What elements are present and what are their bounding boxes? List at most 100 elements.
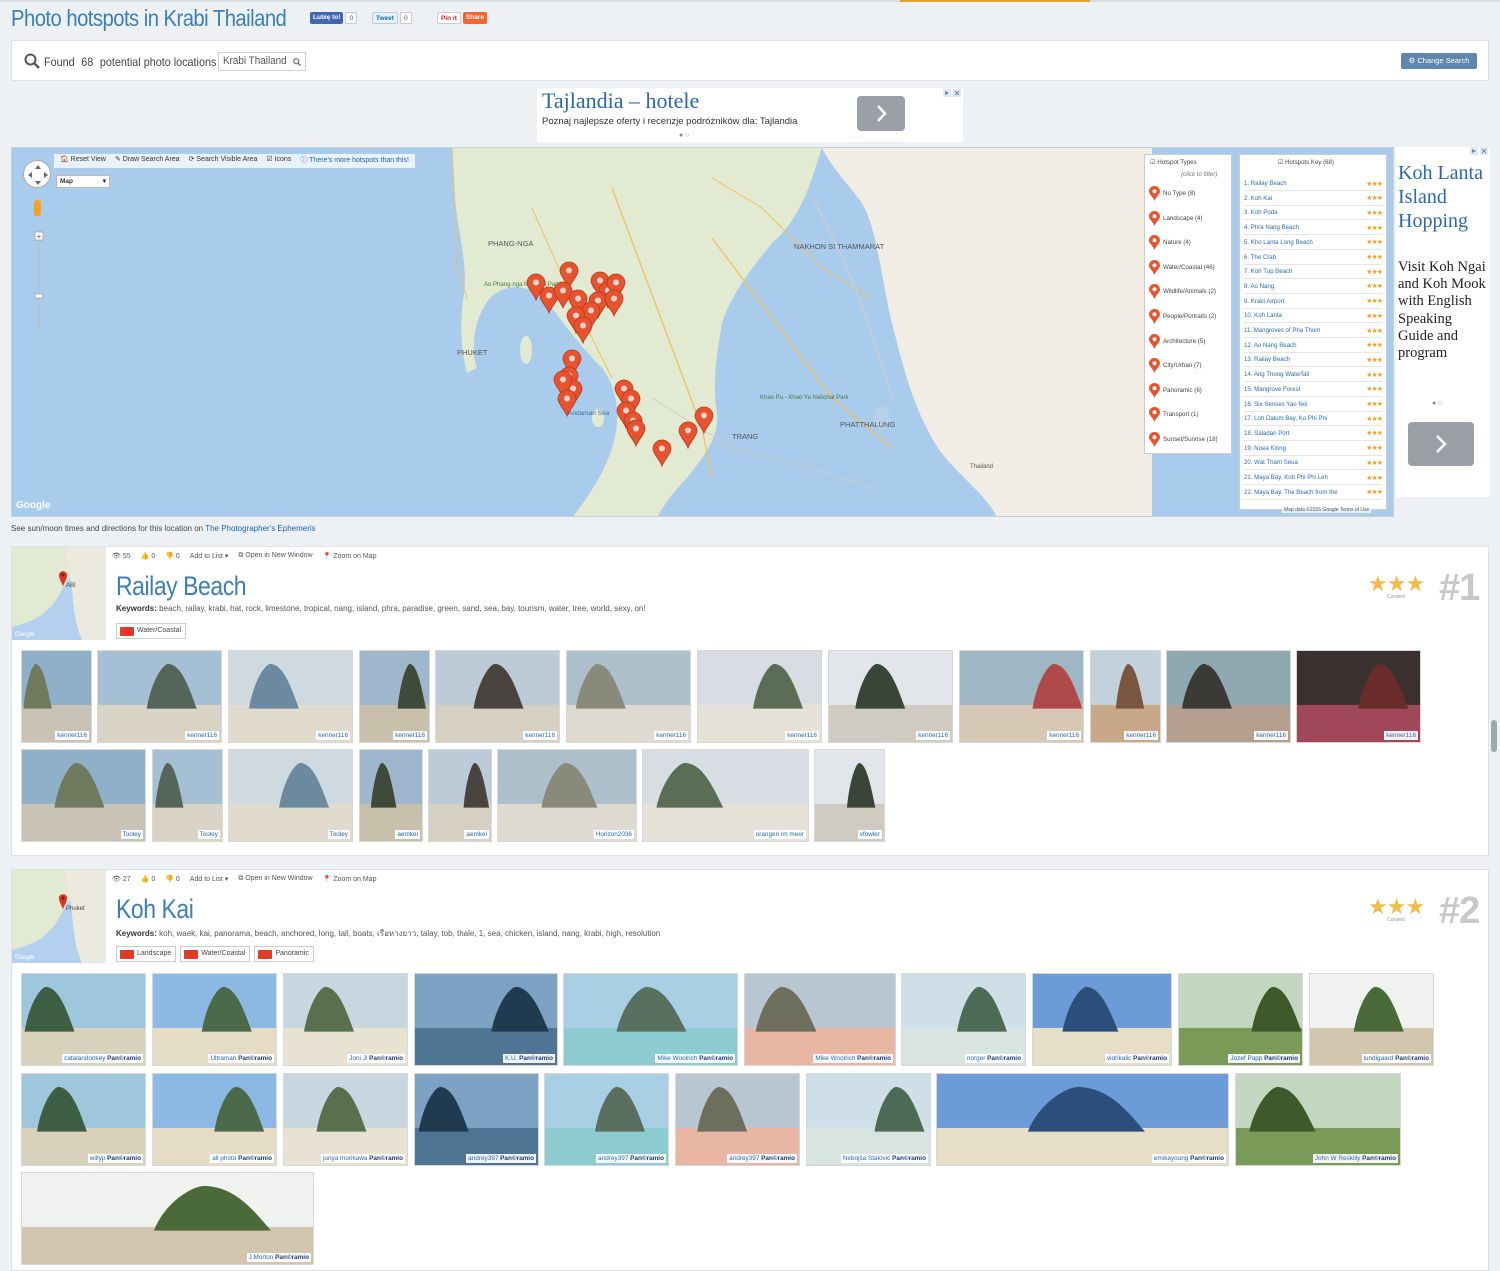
- photo-credit[interactable]: kenner116: [654, 731, 688, 740]
- photo-credit[interactable]: Tooley: [120, 830, 143, 839]
- hotspot-types-title[interactable]: ☑ Hotspot Types: [1150, 159, 1197, 166]
- hotspot-key-item[interactable]: 1. Railay Beach ★★★: [1244, 177, 1382, 191]
- location-name[interactable]: Railay Beach: [116, 571, 247, 602]
- add-to-list-button[interactable]: Add to List ▾: [190, 552, 229, 560]
- location-mini-map[interactable]: ABI Google: [12, 547, 106, 640]
- hotspot-key-item[interactable]: 18. Saladan Port ★★★: [1244, 427, 1382, 441]
- hotspot-type-filter[interactable]: City/Urban (7): [1149, 358, 1202, 374]
- side-ad-next-button[interactable]: [1408, 422, 1474, 466]
- photo-credit[interactable]: kenner116: [1384, 731, 1418, 740]
- hotspot-key-item[interactable]: 5. Kho Lanta Long Beach ★★★: [1244, 236, 1382, 250]
- photo-thumbnail[interactable]: kenner116: [21, 650, 92, 743]
- photo-thumbnail[interactable]: junya morikawa Pan©ramio: [283, 1073, 408, 1166]
- photo-thumbnail[interactable]: Mike Woolrich Pan©ramio: [563, 973, 738, 1066]
- like-button[interactable]: 👍 0: [141, 552, 156, 560]
- scrollbar-thumb[interactable]: [1491, 720, 1497, 752]
- map-type-select[interactable]: Map ▾: [56, 175, 110, 188]
- ad-banner-top[interactable]: Tajlandia – hotele Poznaj najlepsze ofer…: [537, 88, 963, 142]
- photo-thumbnail[interactable]: kenner116: [1166, 650, 1291, 743]
- hotspot-type-filter[interactable]: Landscape (4): [1149, 210, 1203, 226]
- photo-thumbnail[interactable]: all photo Pan©ramio: [152, 1073, 277, 1166]
- facebook-like-button[interactable]: Lubię to!: [310, 12, 344, 24]
- hotspot-type-filter[interactable]: Panoramic (6): [1149, 382, 1202, 398]
- ad-headline[interactable]: Tajlandia – hotele: [542, 88, 699, 114]
- map-pan-control[interactable]: [23, 160, 51, 188]
- photo-credit[interactable]: kenner116: [916, 731, 950, 740]
- hotspot-key-item[interactable]: 13. Railay Beach ★★★: [1244, 353, 1382, 368]
- photo-credit[interactable]: andrey397 Pan©ramio: [596, 1154, 666, 1163]
- hotspot-type-filter[interactable]: Nature (4): [1149, 235, 1191, 251]
- zoom-slider[interactable]: +: [30, 200, 44, 330]
- photo-credit[interactable]: Mike Woolrich Pan©ramio: [655, 1054, 735, 1063]
- photo-thumbnail[interactable]: andrey397 Pan©ramio: [675, 1073, 800, 1166]
- zoom-on-map-button[interactable]: 📍 Zoom on Map: [323, 875, 377, 883]
- photo-thumbnail[interactable]: Tooley: [21, 749, 146, 842]
- hotspot-type-filter[interactable]: No Type (8): [1149, 186, 1195, 201]
- photo-thumbnail[interactable]: Horizon2036: [497, 749, 637, 842]
- photo-thumbnail[interactable]: Nebojša Stalović Pan©ramio: [806, 1073, 931, 1166]
- photo-thumbnail[interactable]: andrey397 Pan©ramio: [414, 1073, 539, 1166]
- hotspot-type-filter[interactable]: Water/Coastal (46): [1149, 259, 1215, 275]
- photo-thumbnail[interactable]: kenner116: [97, 650, 222, 743]
- photo-thumbnail[interactable]: kenner116: [566, 650, 691, 743]
- draw-search-area-button[interactable]: ✎ Draw Search Area: [115, 155, 180, 167]
- open-new-window-button[interactable]: ⧉ Open in New Window: [238, 552, 312, 560]
- hotspot-key-item[interactable]: 7. Koh Tup Beach ★★★: [1244, 265, 1382, 280]
- photo-credit[interactable]: J Morton Pan©ramio: [246, 1253, 311, 1262]
- reset-view-button[interactable]: 🏠 Reset View: [60, 155, 106, 167]
- hotspot-key-item[interactable]: 11. Mangroves of Pha Thom ★★★: [1244, 324, 1382, 338]
- hotspot-key-item[interactable]: 15. Mangrove Forest ★★★: [1244, 383, 1382, 397]
- hotspot-key-item[interactable]: 17. Loh Dalum Bay, Ko Phi Phi ★★★: [1244, 412, 1382, 427]
- tweet-button[interactable]: Tweet: [372, 12, 398, 24]
- photo-thumbnail[interactable]: andrey397 Pan©ramio: [544, 1073, 669, 1166]
- photo-thumbnail[interactable]: emikayoung Pan©ramio: [936, 1073, 1229, 1166]
- photo-thumbnail[interactable]: aemkei: [359, 749, 423, 842]
- hotspot-key-item[interactable]: 14. Ang Thong Waterfall ★★★: [1244, 368, 1382, 383]
- photo-credit[interactable]: Ultraman Pan©ramio: [208, 1054, 274, 1063]
- photo-credit[interactable]: Jozef Papp Pan©ramio: [1228, 1054, 1300, 1063]
- photo-thumbnail[interactable]: vidrikalic Pan©ramio: [1032, 973, 1172, 1066]
- photo-thumbnail[interactable]: willyp Pan©ramio: [21, 1073, 146, 1166]
- photo-thumbnail[interactable]: Mike Woolrich Pan©ramio: [744, 973, 896, 1066]
- hotspots-key-title[interactable]: ☑ Hotspots Key (68): [1278, 159, 1334, 166]
- photo-thumbnail[interactable]: norger Pan©ramio: [901, 973, 1026, 1066]
- photo-credit[interactable]: K.U. Pan©ramio: [502, 1054, 555, 1063]
- photo-credit[interactable]: andrey397 Pan©ramio: [466, 1154, 536, 1163]
- hotspot-key-item[interactable]: 3. Koh Poda ★★★: [1244, 206, 1382, 221]
- photo-credit[interactable]: Horizon2036: [593, 830, 634, 839]
- hotspot-key-item[interactable]: 8. Ao Nang ★★★: [1244, 280, 1382, 294]
- photo-credit[interactable]: orangen im meer: [753, 830, 806, 839]
- photo-thumbnail[interactable]: Joni Ji Pan©ramio: [283, 973, 408, 1066]
- ad-choices-icon[interactable]: [1470, 147, 1488, 155]
- photo-credit[interactable]: kenner116: [1047, 731, 1081, 740]
- side-ad-dots[interactable]: ● ○: [1432, 400, 1442, 407]
- ad-next-button[interactable]: [857, 96, 905, 131]
- hotspot-type-filter[interactable]: Sunset/Sunrise (18): [1149, 432, 1218, 447]
- hotspot-key-item[interactable]: 16. Six Senses Yao Noi ★★★: [1244, 398, 1382, 412]
- like-button[interactable]: 👍 0: [141, 875, 156, 883]
- photo-thumbnail[interactable]: kenner116: [697, 650, 822, 743]
- hotspot-type-filter[interactable]: Wildlife/Animals (2): [1149, 284, 1216, 300]
- photo-thumbnail[interactable]: Ultraman Pan©ramio: [152, 973, 277, 1066]
- map-zoom-control[interactable]: +: [32, 200, 44, 356]
- side-ad-headline[interactable]: Koh Lanta Island Hopping: [1398, 161, 1490, 233]
- ad-banner-side[interactable]: Koh Lanta Island Hopping Visit Koh Ngai …: [1396, 147, 1490, 497]
- photo-credit[interactable]: kenner116: [1124, 731, 1158, 740]
- photo-thumbnail[interactable]: Jozef Papp Pan©ramio: [1178, 973, 1303, 1066]
- hotspot-type-filter[interactable]: Architecture (5): [1149, 333, 1205, 349]
- category-tag[interactable]: Panoramic: [254, 946, 314, 962]
- zoom-on-map-button[interactable]: 📍 Zoom on Map: [323, 552, 377, 560]
- photo-thumbnail[interactable]: kenner116: [828, 650, 953, 743]
- photo-thumbnail[interactable]: kenner116: [1090, 650, 1161, 743]
- photo-credit[interactable]: kenner116: [316, 731, 350, 740]
- photo-thumbnail[interactable]: Tooley: [152, 749, 223, 842]
- photo-thumbnail[interactable]: kenner116: [435, 650, 560, 743]
- photo-credit[interactable]: aemkei: [395, 830, 420, 839]
- category-tag[interactable]: Landscape: [116, 946, 177, 962]
- hotspot-key-item[interactable]: 21. Maya Bay, Koh Phi Phi Leh ★★★: [1244, 471, 1382, 485]
- more-hotspots-link[interactable]: ⓘ There's more hotspots than this!: [300, 155, 409, 167]
- photo-credit[interactable]: junya morikawa Pan©ramio: [320, 1154, 405, 1163]
- pinterest-share[interactable]: Pin it Share: [437, 12, 487, 24]
- photo-credit[interactable]: vidrikalic Pan©ramio: [1104, 1054, 1169, 1063]
- category-tag[interactable]: Water/Coastal: [116, 623, 187, 639]
